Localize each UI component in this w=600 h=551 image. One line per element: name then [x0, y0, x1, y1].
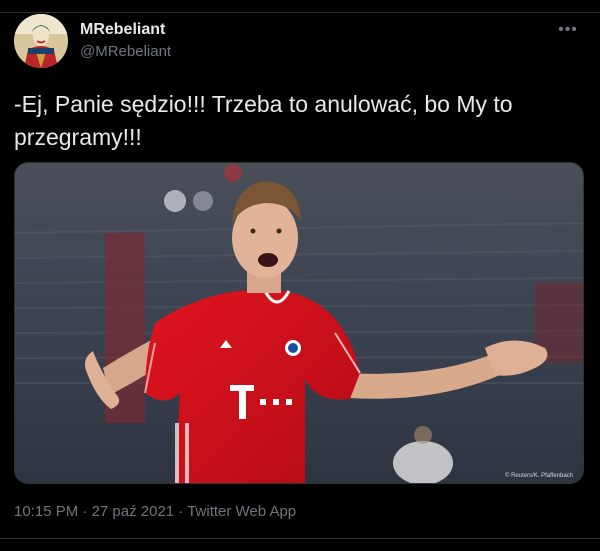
meta-separator-2: · [174, 503, 188, 520]
tweet-time[interactable]: 10:15 PM [14, 503, 78, 520]
avatar[interactable] [14, 14, 68, 68]
more-horizontal-icon[interactable]: ••• [554, 20, 582, 40]
tweet-media-photo[interactable]: © Reuters/K. Pfaffenbach [14, 162, 584, 484]
meta-separator: · [78, 503, 92, 520]
photo-illustration [15, 163, 583, 483]
tweet-meta: 10:15 PM · 27 paź 2021 · Twitter Web App [14, 502, 296, 522]
author-names: MRebeliant @MRebeliant [80, 20, 171, 62]
top-divider [0, 0, 600, 13]
tweet-source[interactable]: Twitter Web App [187, 503, 296, 520]
tweet-date[interactable]: 27 paź 2021 [92, 503, 175, 520]
photo-credit: © Reuters/K. Pfaffenbach [504, 473, 573, 479]
tweet-header: MRebeliant @MRebeliant ••• [14, 14, 588, 70]
author-display-name[interactable]: MRebeliant [80, 20, 171, 40]
bottom-divider [0, 538, 600, 539]
author-handle[interactable]: @MRebeliant [80, 42, 171, 62]
tweet-text: -Ej, Panie sędzio!!! Trzeba to anulować,… [14, 91, 513, 150]
